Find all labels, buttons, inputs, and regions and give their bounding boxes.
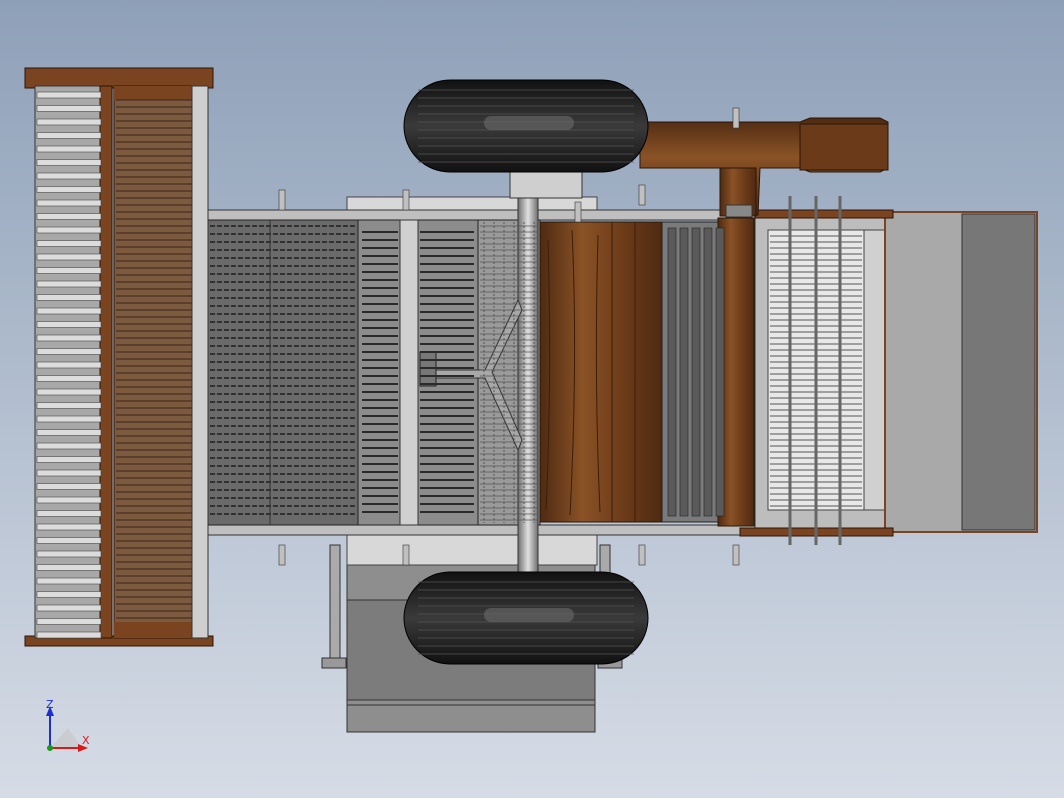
header-slat [36,348,102,355]
sieve-slat [667,227,677,517]
chassis-rail-bottom [204,524,756,536]
sieve-slat [703,227,713,517]
frame-post [574,201,582,223]
header-slat [36,240,102,247]
header-slat [36,253,102,261]
frame-post [402,544,410,566]
header-slat [36,118,102,126]
assembly-view[interactable] [0,0,1064,798]
z-axis-label: Z [46,698,54,711]
lower-frame-plate [346,534,598,566]
x-axis-label: X [82,734,90,747]
header-slat [36,321,102,328]
frame-post [638,544,646,566]
header-slat [36,591,102,598]
header-slat [36,267,102,274]
chassis-rail-top [204,209,756,221]
header-slat [36,280,102,288]
header-slat [36,429,102,436]
header-slat [36,631,102,639]
header-slat [36,456,102,463]
frame-post [638,184,646,206]
header-slat [36,213,102,220]
tire-highlight [484,608,574,622]
header-slat [36,604,102,612]
header-slat [36,577,102,585]
frame-post [278,544,286,566]
header-slat [36,186,102,193]
header-slat [36,402,102,409]
sieve-slat [691,227,701,517]
frame-post [278,189,286,211]
header-slat [36,415,102,423]
header-slat [36,199,102,207]
header-slat [36,550,102,558]
header-slat [36,334,102,342]
header-slat [36,510,102,517]
frame-post [732,107,740,129]
header-reel[interactable] [24,67,214,647]
header-slat [36,145,102,153]
header-slat [36,483,102,490]
header-slat [36,496,102,504]
separator-cylinder[interactable] [539,221,663,523]
header-slat [36,172,102,180]
header-slat [36,469,102,477]
header-slat [36,361,102,369]
header-slat [36,307,102,315]
header-slat [36,375,102,382]
header-slat [36,564,102,571]
header-slat [36,105,102,112]
header-slat [36,294,102,301]
header-slat [36,226,102,234]
header-slat [36,388,102,396]
sieve-slat [679,227,689,517]
header-slat [36,132,102,139]
header-slat [36,523,102,531]
frame-post [732,544,740,566]
cad-viewport[interactable]: Z X [0,0,1064,798]
header-slat [36,442,102,450]
header-slat [36,91,102,99]
frame-post [402,189,410,211]
tire-highlight [484,116,574,130]
header-slat [36,618,102,625]
header-slat [36,159,102,166]
sieve-slat [715,227,725,517]
header-slat [36,537,102,544]
